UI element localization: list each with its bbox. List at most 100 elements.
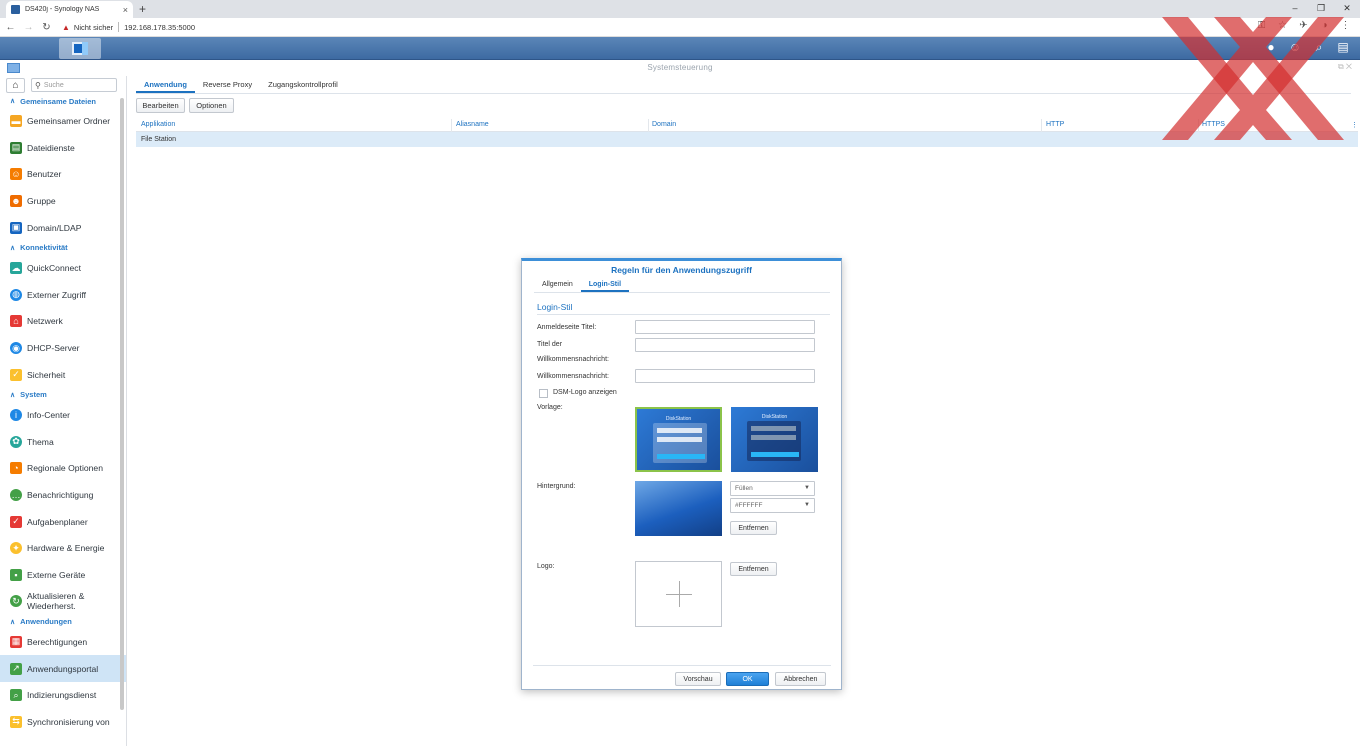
sidebar-item-file-services[interactable]: ▤ Dateidienste: [0, 135, 126, 162]
sidebar: ⌂ ⚲ Suche ∧ Gemeinsame Dateien ▬ Gemeinsam…: [0, 76, 127, 746]
home-icon: ⌂: [12, 79, 19, 91]
col-alias[interactable]: Aliasname: [456, 121, 489, 128]
template-option-2[interactable]: DiskStation: [731, 407, 818, 472]
section-system[interactable]: ∧ System: [0, 388, 126, 402]
dhcp-icon: ◉: [10, 342, 22, 355]
sidebar-item-application-portal[interactable]: ↗ Anwendungsportal: [0, 655, 126, 682]
watermark-xx-logo: [1162, 17, 1344, 140]
browser-tab[interactable]: DS420j - Synology NAS ×: [6, 1, 133, 18]
welcome-title-input[interactable]: [635, 338, 815, 352]
sidebar-item-update-restore[interactable]: ↻ Aktualisieren & Wiederherst.: [0, 588, 126, 615]
section-connectivity[interactable]: ∧ Konnektivität: [0, 241, 126, 255]
sidebar-item-security[interactable]: ✓ Sicherheit: [0, 361, 126, 388]
sidebar-item-sync[interactable]: ⇆ Synchronisierung von: [0, 708, 126, 735]
control-panel-taskbar-button[interactable]: [59, 38, 101, 59]
back-icon[interactable]: ←: [3, 22, 18, 33]
minimize-icon[interactable]: –: [1282, 0, 1308, 17]
palette-icon: ✿: [10, 435, 22, 448]
dialog-tabs: Allgemein Login-Stil: [534, 278, 830, 293]
close-tab-icon[interactable]: ×: [123, 5, 128, 15]
address-bar: ← → ↻ ▲ Nicht sicher 192.168.178.35:5000…: [0, 18, 1360, 37]
chat-icon: …: [10, 489, 22, 502]
sidebar-item-external-devices[interactable]: ▪ Externe Geräte: [0, 562, 126, 589]
sidebar-item-domain-ldap[interactable]: ▣ Domain/LDAP: [0, 214, 126, 241]
section-applications[interactable]: ∧ Anwendungen: [0, 615, 126, 629]
welcome-title-label-2: Willkommensnachricht:: [537, 356, 609, 363]
search-placeholder: Suche: [43, 81, 64, 89]
background-preview[interactable]: [635, 481, 722, 536]
template-option-1[interactable]: DiskStation: [635, 407, 722, 472]
sidebar-scrollbar[interactable]: [120, 98, 124, 710]
close-window-icon[interactable]: ✕: [1334, 0, 1360, 17]
chevron-up-icon: ∧: [10, 391, 16, 399]
network-icon: ⌂: [10, 315, 22, 328]
welcome-msg-input[interactable]: [635, 369, 815, 383]
template-brand: DiskStation: [665, 416, 692, 422]
sidebar-item-theme[interactable]: ✿ Thema: [0, 429, 126, 456]
tab-access-control[interactable]: Zugangskontrollprofil: [260, 77, 346, 93]
folder-icon: ▬: [10, 115, 22, 128]
restore-icon[interactable]: ❐: [1308, 0, 1334, 17]
tab-login-style[interactable]: Login-Stil: [580, 278, 630, 292]
sidebar-item-external-access[interactable]: ◍ Externer Zugriff: [0, 282, 126, 309]
col-domain[interactable]: Domain: [652, 121, 676, 128]
sidebar-item-user[interactable]: ☺ Benutzer: [0, 161, 126, 188]
remove-logo-button[interactable]: Entfernen: [730, 562, 777, 576]
control-panel-icon: [72, 42, 88, 55]
sidebar-item-notification[interactable]: … Benachrichtigung: [0, 482, 126, 509]
sidebar-item-task-scheduler[interactable]: ✓ Aufgabenplaner: [0, 508, 126, 535]
search-input[interactable]: ⚲ Suche: [31, 78, 117, 92]
dsm-taskbar: ● ☺ ⌕ ▤: [0, 37, 1360, 746]
login-title-input[interactable]: [635, 320, 815, 334]
globe-icon: ◍: [10, 288, 22, 301]
show-logo-label: DSM-Logo anzeigen: [553, 389, 617, 396]
sidebar-item-indexing-service[interactable]: ⌕ Indizierungsdienst: [0, 682, 126, 709]
col-application[interactable]: Applikation: [141, 121, 175, 128]
background-label: Hintergrund:: [537, 483, 576, 490]
url-text: 192.168.178.35:5000: [124, 22, 196, 32]
row-application: File Station: [141, 136, 177, 143]
section-heading: Login-Stil: [537, 302, 573, 312]
bulb-icon: ✦: [10, 542, 22, 555]
background-mode-select[interactable]: Füllen ▼: [730, 481, 815, 496]
remove-background-button[interactable]: Entfernen: [730, 521, 777, 535]
home-button[interactable]: ⌂: [6, 77, 25, 93]
sidebar-item-regional-options[interactable]: ◔ Regionale Optionen: [0, 455, 126, 482]
sidebar-item-dhcp-server[interactable]: ◉ DHCP-Server: [0, 335, 126, 362]
ok-button[interactable]: OK: [726, 672, 769, 686]
show-logo-checkbox[interactable]: [539, 389, 548, 398]
portal-icon: ↗: [10, 662, 22, 675]
edit-button[interactable]: Bearbeiten: [136, 98, 185, 113]
browser-tab-title: DS420j - Synology NAS: [25, 6, 100, 13]
sidebar-item-hardware-power[interactable]: ✦ Hardware & Energie: [0, 535, 126, 562]
tab-application[interactable]: Anwendung: [136, 77, 195, 93]
forward-icon[interactable]: →: [21, 22, 36, 33]
file-services-icon: ▤: [10, 141, 22, 154]
logo-upload-area[interactable]: [635, 561, 722, 627]
chevron-up-icon: ∧: [10, 98, 16, 105]
tab-general[interactable]: Allgemein: [534, 278, 581, 292]
chevron-up-icon: ∧: [10, 618, 16, 626]
new-tab-button[interactable]: +: [139, 2, 146, 16]
privileges-icon: ▦: [10, 635, 22, 648]
preview-button[interactable]: Vorschau: [675, 672, 721, 686]
column-menu-icon[interactable]: ⋮: [1351, 121, 1358, 129]
warning-icon: ▲: [62, 22, 70, 32]
sidebar-item-group[interactable]: ☻ Gruppe: [0, 188, 126, 215]
sidebar-item-network[interactable]: ⌂ Netzwerk: [0, 308, 126, 335]
col-http[interactable]: HTTP: [1046, 121, 1064, 128]
section-shared-files[interactable]: ∧ Gemeinsame Dateien: [0, 94, 126, 108]
options-button[interactable]: Optionen: [189, 98, 234, 113]
sidebar-item-info-center[interactable]: i Info-Center: [0, 402, 126, 429]
reload-icon[interactable]: ↻: [39, 22, 54, 33]
sidebar-item-shared-folder[interactable]: ▬ Gemeinsamer Ordner: [0, 108, 126, 135]
device-icon: ▪: [10, 568, 22, 581]
background-color-select[interactable]: #FFFFFF ▼: [730, 498, 815, 513]
sidebar-item-privileges[interactable]: ▦ Berechtigungen: [0, 629, 126, 656]
directory-icon: ▣: [10, 221, 22, 234]
cancel-button[interactable]: Abbrechen: [775, 672, 826, 686]
sidebar-item-quickconnect[interactable]: ☁ QuickConnect: [0, 255, 126, 282]
search-icon: ⚲: [35, 80, 41, 90]
url-field[interactable]: ▲ Nicht sicher 192.168.178.35:5000: [62, 22, 195, 32]
tab-reverse-proxy[interactable]: Reverse Proxy: [195, 77, 260, 93]
